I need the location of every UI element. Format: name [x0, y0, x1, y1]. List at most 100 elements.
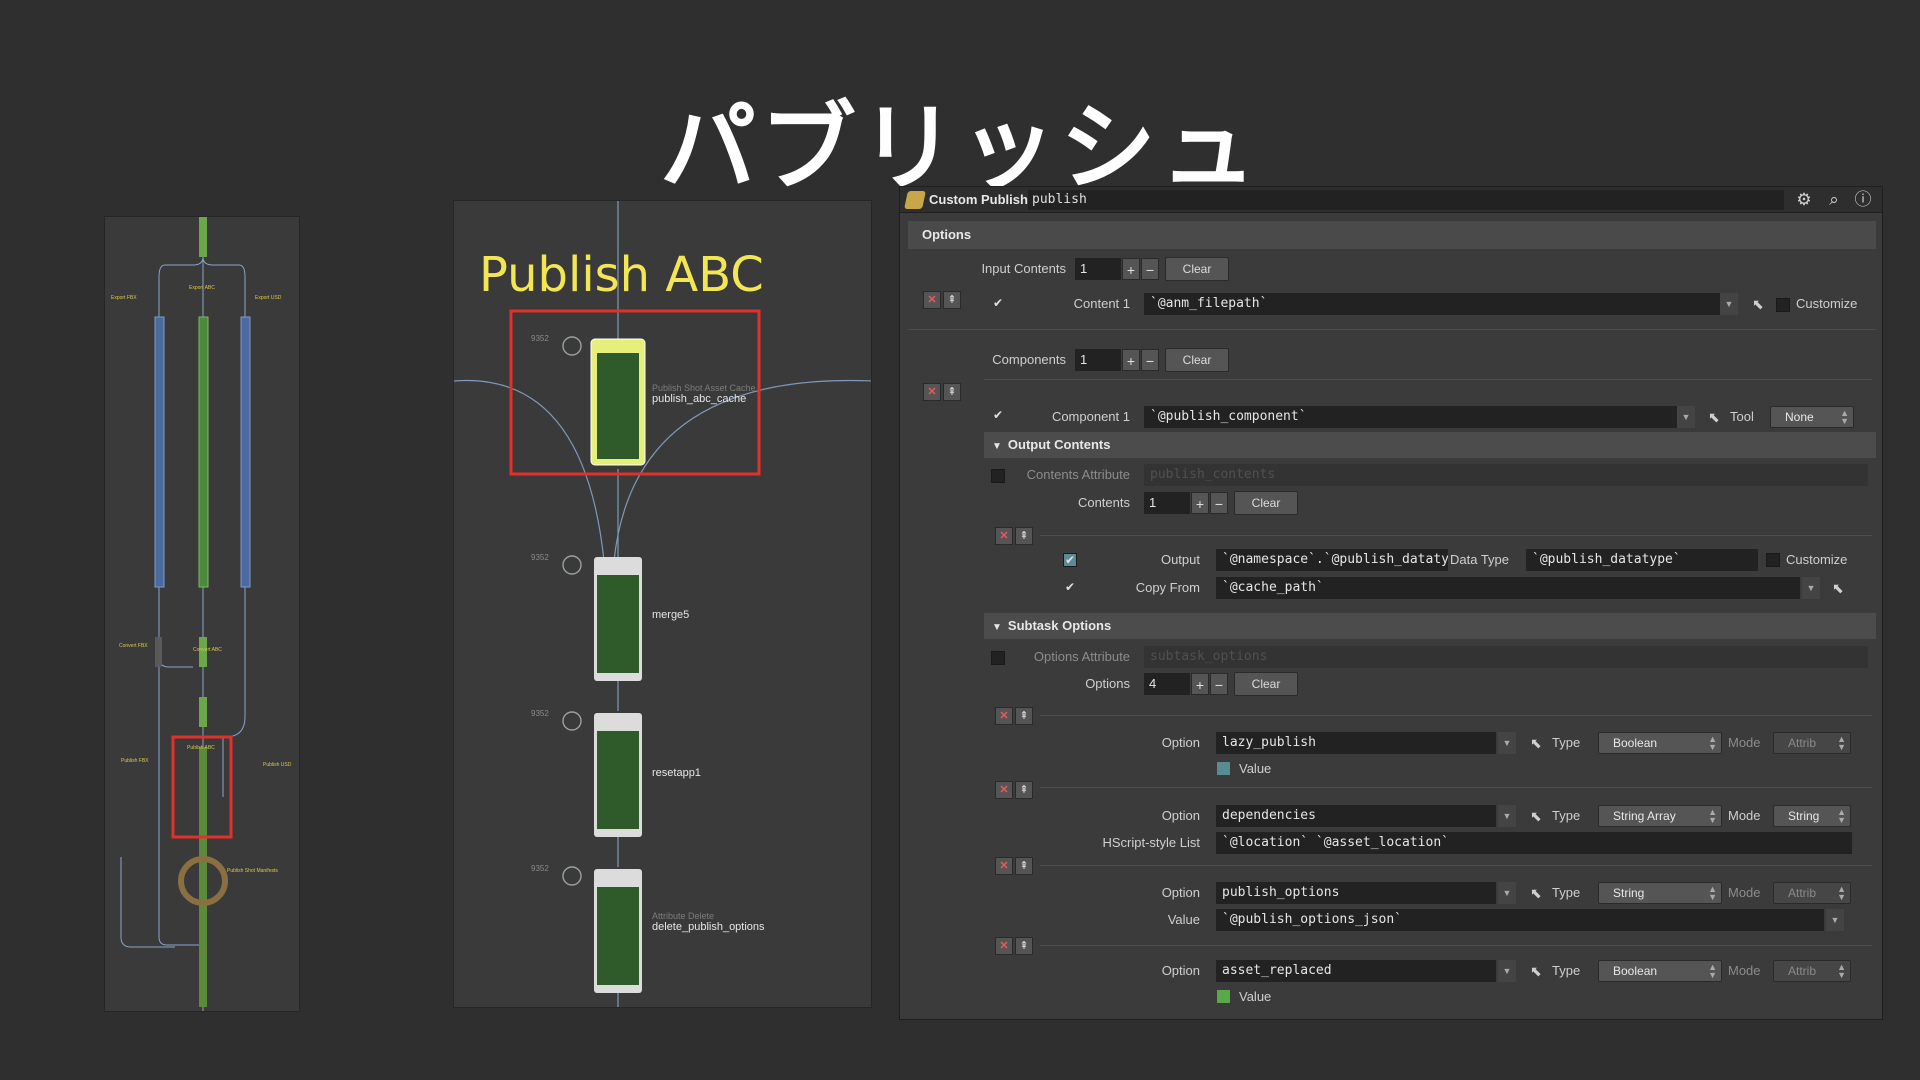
option-type-menu[interactable]: Boolean ▲ ▼	[1598, 960, 1722, 982]
datatype-field[interactable]: `@publish_datatype`	[1526, 549, 1758, 571]
value-checkbox[interactable]	[1217, 762, 1230, 775]
contents-attribute-checkbox[interactable]	[991, 469, 1005, 483]
options-clear-button[interactable]: Clear	[1234, 672, 1298, 696]
contents-attribute-field[interactable]: publish_contents	[1144, 464, 1868, 486]
output-customize-checkbox[interactable]	[1766, 553, 1780, 567]
option-name-dropdown[interactable]: ▼	[1498, 805, 1516, 827]
minus-button[interactable]: −	[1141, 349, 1159, 371]
cursor-picker-icon[interactable]: ⬉	[1530, 808, 1546, 824]
minus-button[interactable]: −	[1210, 673, 1228, 695]
option-name-dropdown[interactable]: ▼	[1498, 732, 1516, 754]
operator-name-field[interactable]: publish	[1028, 190, 1784, 210]
contents-count[interactable]: 1	[1144, 492, 1190, 514]
option-value-field[interactable]: `@publish_options_json`	[1216, 909, 1824, 931]
content1-field[interactable]: `@anm_filepath`	[1144, 293, 1736, 315]
input-contents-count[interactable]: 1	[1075, 258, 1121, 280]
option-name-dropdown[interactable]: ▼	[1498, 882, 1516, 904]
overview-network-graph[interactable]: Export FBX Export ABC Export USD Convert…	[104, 216, 300, 1012]
cursor-picker-icon[interactable]: ⬉	[1530, 885, 1546, 901]
remove-option-button[interactable]: ✕	[995, 857, 1013, 875]
plus-button[interactable]: +	[1122, 258, 1140, 280]
insert-output-button[interactable]: ⇞	[1015, 527, 1033, 545]
option-value-dropdown[interactable]: ▼	[1826, 909, 1844, 931]
option-name-field[interactable]: lazy_publish	[1216, 732, 1496, 754]
insert-component-button[interactable]: ⇞	[943, 383, 961, 401]
option-type-menu[interactable]: String ▲ ▼	[1598, 882, 1722, 904]
option-name-field[interactable]: publish_options	[1216, 882, 1496, 904]
components-clear-button[interactable]: Clear	[1165, 348, 1229, 372]
options-section-header[interactable]: Options	[908, 221, 1876, 249]
plus-button[interactable]: +	[1191, 492, 1209, 514]
components-count[interactable]: 1	[1075, 349, 1121, 371]
insert-option-button[interactable]: ⇞	[1015, 781, 1033, 799]
remove-content-button[interactable]: ✕	[923, 291, 941, 309]
cursor-picker-icon[interactable]: ⬉	[1832, 580, 1848, 596]
cursor-picker-icon[interactable]: ⬉	[1530, 735, 1546, 751]
option-mode-label: Mode	[1728, 735, 1761, 750]
cursor-picker-icon[interactable]: ⬉	[1752, 296, 1768, 312]
remove-option-button[interactable]: ✕	[995, 707, 1013, 725]
insert-option-button[interactable]: ⇞	[1015, 857, 1033, 875]
cursor-picker-icon[interactable]: ⬉	[1708, 409, 1724, 425]
plus-button[interactable]: +	[1191, 673, 1209, 695]
divider	[984, 379, 1872, 380]
insert-option-button[interactable]: ⇞	[1015, 937, 1033, 955]
content1-dropdown[interactable]: ▼	[1720, 293, 1738, 315]
remove-option-button[interactable]: ✕	[995, 937, 1013, 955]
subtask-options-header[interactable]: ▼ Subtask Options	[984, 613, 1876, 639]
output-field[interactable]: `@namespace`.`@publish_datatype`	[1216, 549, 1448, 571]
component1-tool-menu[interactable]: None ▲ ▼	[1770, 406, 1854, 428]
option-mode-value: Attrib	[1788, 736, 1817, 750]
menu-arrows-icon: ▲ ▼	[1708, 884, 1717, 902]
option-mode-menu[interactable]: Attrib ▲ ▼	[1773, 732, 1851, 754]
option-mode-menu[interactable]: Attrib ▲ ▼	[1773, 882, 1851, 904]
input-contents-clear-button[interactable]: Clear	[1165, 257, 1229, 281]
minus-button[interactable]: −	[1210, 492, 1228, 514]
output-contents-header[interactable]: ▼ Output Contents	[984, 432, 1876, 458]
search-icon[interactable]: ⌕	[1824, 190, 1844, 210]
info-icon[interactable]: ⓘ	[1853, 190, 1873, 210]
options-attribute-field[interactable]: subtask_options	[1144, 646, 1868, 668]
content1-checkbox[interactable]: ✔	[991, 297, 1005, 311]
insert-content-button[interactable]: ⇞	[943, 291, 961, 309]
option-type-label: Type	[1552, 808, 1581, 823]
component1-checkbox[interactable]: ✔	[991, 409, 1005, 423]
option-type-menu[interactable]: Boolean ▲ ▼	[1598, 732, 1722, 754]
plus-button[interactable]: +	[1122, 349, 1140, 371]
options-count[interactable]: 4	[1144, 673, 1190, 695]
option-mode-menu[interactable]: String ▲ ▼	[1773, 805, 1851, 827]
node-delete-publish-options[interactable]: delete_publish_options	[652, 921, 765, 933]
component1-dropdown[interactable]: ▼	[1677, 406, 1695, 428]
node-count: 9352	[531, 864, 549, 873]
gear-icon[interactable]: ⚙	[1794, 190, 1814, 210]
copyfrom-dropdown[interactable]: ▼	[1802, 577, 1820, 599]
node-count: 9352	[531, 709, 549, 718]
option-name-field[interactable]: dependencies	[1216, 805, 1496, 827]
node-resetapp1[interactable]: resetapp1	[652, 767, 701, 779]
divider	[1040, 535, 1872, 536]
output-checkbox[interactable]: ✔	[1063, 553, 1077, 567]
cursor-picker-icon[interactable]: ⬉	[1530, 963, 1546, 979]
option-name-dropdown[interactable]: ▼	[1498, 960, 1516, 982]
remove-option-button[interactable]: ✕	[995, 781, 1013, 799]
contents-count-label: Contents	[1077, 495, 1130, 510]
insert-option-button[interactable]: ⇞	[1015, 707, 1033, 725]
hscript-list-field[interactable]: `@location` `@asset_location`	[1216, 832, 1852, 854]
minus-button[interactable]: −	[1141, 258, 1159, 280]
content1-customize-checkbox[interactable]	[1776, 298, 1790, 312]
copyfrom-field[interactable]: `@cache_path`	[1216, 577, 1800, 599]
remove-component-button[interactable]: ✕	[923, 383, 941, 401]
remove-output-button[interactable]: ✕	[995, 527, 1013, 545]
copyfrom-checkbox[interactable]: ✔	[1063, 581, 1077, 595]
contents-clear-button[interactable]: Clear	[1234, 491, 1298, 515]
options-attribute-checkbox[interactable]	[991, 651, 1005, 665]
component1-field[interactable]: `@publish_component`	[1144, 406, 1678, 428]
node-publish-abc-cache[interactable]: publish_abc_cache	[652, 393, 746, 405]
option-name-field[interactable]: asset_replaced	[1216, 960, 1496, 982]
option-type-menu[interactable]: String Array ▲ ▼	[1598, 805, 1722, 827]
option-mode-menu[interactable]: Attrib ▲ ▼	[1773, 960, 1851, 982]
value-checkbox[interactable]	[1217, 990, 1230, 1003]
option-value-label: Value	[1167, 912, 1200, 927]
network-view[interactable]: Publish ABC 9352 Publish Shot Asset Cach…	[453, 200, 872, 1008]
node-merge5[interactable]: merge5	[652, 609, 689, 621]
